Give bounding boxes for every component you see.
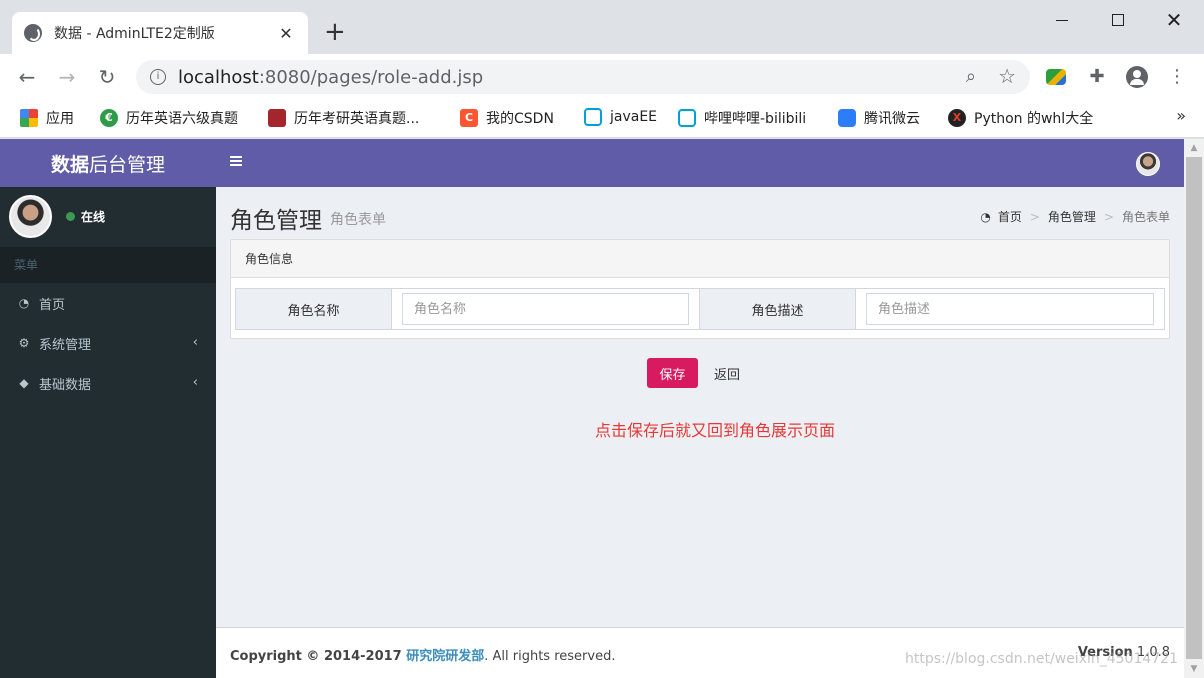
sidebar-item-basic-data[interactable]: ◆ 基础数据 ‹ (0, 363, 216, 403)
dashboard-icon: ◔ (18, 296, 30, 310)
top-navbar (216, 139, 1184, 187)
chevron-left-icon: ‹ (192, 375, 198, 390)
footer: Copyright © 2014-2017 研究院研发部. All rights… (216, 627, 1184, 678)
puzzle-extensions-icon[interactable]: ✚ (1086, 66, 1108, 88)
breadcrumb-current: 角色表单 (1121, 210, 1170, 224)
bookmark-weiyun[interactable]: 腾讯微云 (838, 108, 920, 128)
sidebar: 在线 菜单 ◔ 首页 ⚙ 系统管理 ‹ ◆ 基础数据 ‹ (0, 187, 216, 678)
breadcrumb-home[interactable]: 首页 (998, 208, 1022, 225)
logo[interactable]: 数据 后台管理 (0, 139, 216, 187)
online-dot-icon (66, 212, 75, 221)
weiyun-icon (838, 109, 856, 127)
profile-icon[interactable] (1126, 66, 1148, 88)
watermark: https://blog.csdn.net/weixin_45014721 (904, 651, 1178, 667)
forward-arrow-icon[interactable]: → (54, 64, 80, 90)
chevron-left-icon: ‹ (192, 335, 198, 350)
globe-icon (24, 24, 42, 42)
avatar[interactable] (1136, 152, 1160, 176)
bookmark-star-icon[interactable]: ☆ (998, 64, 1016, 88)
back-arrow-icon[interactable]: ← (14, 64, 40, 90)
role-desc-input[interactable] (866, 293, 1154, 325)
address-bar: ← → ↻ i localhost:8080/pages/role-add.js… (0, 54, 1204, 100)
bookmark-bilibili[interactable]: 哔哩哔哩-bilibili (678, 108, 806, 128)
window-minimize-button[interactable] (1042, 8, 1082, 32)
python-whl-icon: X (948, 109, 966, 127)
bookmark-csdn[interactable]: C 我的CSDN (460, 108, 554, 128)
bookmark-kaoyan[interactable]: 历年考研英语真题... (268, 108, 419, 128)
sidebar-item-home[interactable]: ◔ 首页 (0, 283, 216, 323)
browser-tab-bar: 数据 - AdminLTE2定制版 ✕ + ✕ (0, 0, 1204, 54)
browser-tab[interactable]: 数据 - AdminLTE2定制版 ✕ (12, 12, 308, 54)
bookmark-cet6[interactable]: € 历年英语六级真题 (100, 108, 238, 128)
role-form-panel: 角色信息 角色名称 角色描述 (230, 239, 1170, 339)
bookmark-apps[interactable]: 应用 (20, 108, 74, 128)
bookmarks-more-icon[interactable]: » (1176, 106, 1186, 125)
zoom-icon[interactable]: ⌕ (966, 66, 976, 87)
bookmark-python-whl[interactable]: X Python 的whl大全 (948, 108, 1093, 128)
menu-header: 菜单 (0, 247, 216, 283)
role-name-input[interactable] (402, 293, 689, 325)
tab-title: 数据 - AdminLTE2定制版 (54, 26, 215, 42)
window-maximize-button[interactable] (1098, 8, 1138, 32)
url-text: localhost:8080/pages/role-add.jsp (178, 66, 484, 88)
org-link[interactable]: 研究院研发部 (406, 649, 484, 664)
save-button[interactable]: 保存 (647, 358, 698, 388)
page-title: 角色管理 (230, 208, 322, 234)
admin-app: 数据 后台管理 在线 菜单 ◔ 首页 ⚙ 系统管理 ‹ ◆ 基础数据 ‹ 角色管理 (0, 139, 1204, 678)
bilibili-icon (678, 109, 696, 127)
bilibili-icon (584, 108, 602, 126)
online-status: 在线 (66, 208, 105, 225)
vertical-scrollbar[interactable]: ▲ ▼ (1184, 139, 1204, 678)
scroll-up-icon[interactable]: ▲ (1184, 139, 1204, 157)
back-button[interactable]: 返回 (708, 358, 746, 388)
tab-close-icon[interactable]: ✕ (276, 24, 296, 43)
reload-icon[interactable]: ↻ (94, 64, 120, 90)
main-content: 角色管理 角色表单 ◔ 首页 > 角色管理 > 角色表单 角色信息 角色名称 角… (216, 187, 1184, 627)
dashboard-icon: ◔ (980, 209, 991, 224)
bookmark-javaee[interactable]: javaEE (584, 108, 657, 126)
book-icon (268, 109, 286, 127)
user-panel: 在线 (0, 187, 216, 247)
sidebar-item-system[interactable]: ⚙ 系统管理 ‹ (0, 323, 216, 363)
copyright: Copyright © 2014-2017 研究院研发部. All rights… (230, 649, 616, 664)
avatar (9, 195, 52, 238)
leaf-icon: € (100, 109, 118, 127)
cube-icon: ◆ (19, 376, 29, 390)
site-info-icon[interactable]: i (150, 69, 166, 85)
extension-icon[interactable] (1046, 66, 1068, 88)
breadcrumb-role-mgmt[interactable]: 角色管理 (1048, 208, 1096, 225)
breadcrumb: ◔ 首页 > 角色管理 > 角色表单 (980, 208, 1170, 225)
scroll-thumb[interactable] (1186, 157, 1202, 659)
form-row: 角色名称 角色描述 (235, 288, 1165, 330)
role-name-label: 角色名称 (236, 289, 392, 329)
new-tab-button[interactable]: + (324, 18, 346, 46)
page-subtitle: 角色表单 (330, 212, 386, 228)
role-desc-label: 角色描述 (700, 289, 856, 329)
cogs-icon: ⚙ (18, 336, 30, 350)
url-input[interactable]: i localhost:8080/pages/role-add.jsp ⌕ ☆ (136, 60, 1030, 94)
apps-grid-icon (20, 109, 38, 127)
csdn-icon: C (460, 109, 478, 127)
panel-title: 角色信息 (231, 240, 1169, 278)
annotation-note: 点击保存后就又回到角色展示页面 (594, 421, 835, 440)
more-menu-icon[interactable]: ⋮ (1166, 66, 1188, 88)
scroll-down-icon[interactable]: ▼ (1184, 660, 1204, 678)
window-close-button[interactable]: ✕ (1154, 8, 1194, 32)
sidebar-toggle-icon[interactable] (230, 156, 242, 168)
bookmarks-bar: 应用 € 历年英语六级真题 历年考研英语真题... C 我的CSDN javaE… (0, 100, 1204, 138)
